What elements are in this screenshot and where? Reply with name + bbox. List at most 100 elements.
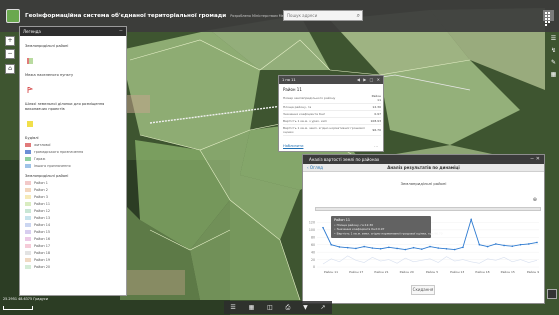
legend-section-label: Земляпридільні районі [25, 44, 69, 48]
layers-icon[interactable]: ☰ [549, 34, 558, 43]
data-point [470, 218, 472, 221]
overview-map-icon[interactable] [547, 289, 557, 299]
legend-district-label: Район 11 [34, 202, 51, 206]
share-icon[interactable]: ↗ [321, 304, 326, 311]
x-tick-label: Район 17 [349, 270, 363, 274]
x-tick-label: Район 13 [450, 270, 464, 274]
tooltip-line: • Вартість 1 кв.м. земл. згідно норматив… [334, 231, 443, 235]
close-icon[interactable]: − [119, 28, 123, 34]
swatch [25, 216, 31, 220]
popup-pager: 1 по 11 [282, 78, 296, 82]
search-box[interactable]: ⌕ [283, 10, 363, 21]
legend-district-item: Район 1 [25, 180, 121, 186]
legend-district-label: Район 16 [34, 237, 51, 241]
legend-district-item: Район 17 [25, 243, 121, 249]
swatch [25, 157, 31, 161]
x-tick-label: Район 5 [426, 270, 438, 274]
legend-district-item: Район 3 [25, 194, 121, 200]
swatch [25, 223, 31, 227]
data-point [503, 244, 505, 247]
scale-bar [3, 306, 33, 310]
data-point [527, 243, 530, 245]
search-icon[interactable]: ⌕ [357, 12, 360, 20]
series-line [322, 255, 538, 265]
swatch [25, 251, 31, 255]
legend-district-label: Район 3 [34, 195, 48, 199]
zoom-to-link[interactable]: Наблизити [283, 144, 303, 148]
x-tick-label: Район 21 [374, 270, 388, 274]
legend-district-label: Район 12 [34, 209, 51, 213]
x-tick-label: Район 9 [527, 270, 539, 274]
district-symbol-icon [27, 58, 33, 64]
print-icon[interactable]: ⎙ [286, 304, 291, 312]
bottom-toolbar: ☰ ▦ ◫ ⎙ ▼ ↗ [224, 301, 332, 314]
legend-district-label: Район 1 [34, 181, 48, 185]
data-point [379, 248, 382, 250]
legend-item: іншого призначення [25, 163, 121, 169]
measure-icon[interactable]: ↯ [549, 46, 558, 55]
legend-district-item: Район 11 [25, 201, 121, 207]
search-input[interactable] [284, 13, 350, 18]
analysis-title: Аналіз результатів по динаміці [387, 165, 460, 170]
swatch [25, 202, 31, 206]
legend-district-item: Район 18 [25, 250, 121, 256]
legend-district-label: Район 15 [34, 230, 51, 234]
zoom-in-button[interactable]: + [5, 36, 15, 46]
data-point [338, 246, 341, 248]
widget-toolbar: ‹ Огляд Аналіз результатів по динаміці [303, 164, 544, 172]
data-point [371, 247, 374, 249]
popup-attributes: Номер земляпридільного району Район 11 Пл… [283, 93, 381, 136]
swatch [25, 230, 31, 234]
widget-header: Аналіз вартості землі по районах − ✕ [303, 155, 544, 164]
grid-icon[interactable]: ▦ [249, 304, 255, 311]
legend-district-label: Район 17 [34, 244, 51, 248]
attribute-row: Площа району, га 12.30 [283, 103, 381, 111]
filter-icon[interactable]: ▼ [303, 304, 308, 311]
y-tick-label: 120 [309, 221, 315, 225]
popup-controls[interactable]: ◀ ▶ □ ✕ [357, 77, 381, 82]
data-point [536, 241, 538, 244]
minimize-icon[interactable]: − ✕ [530, 156, 540, 162]
x-tick-label: Район 20 [400, 270, 414, 274]
tooltip-title: Район 11 [334, 218, 350, 222]
y-tick-label: 100 [309, 228, 315, 232]
attribute-row: Значення коефіцієнта Кн2 0.97 [283, 110, 381, 118]
legend-item: Гараж [25, 156, 121, 162]
legend-district-item: Район 16 [25, 236, 121, 242]
legend-section-label: Будівлі [25, 136, 39, 140]
legend-item: громадського призначення [25, 149, 121, 155]
data-point [404, 248, 407, 251]
app-logo [6, 9, 20, 23]
zoom-icon[interactable]: ⊕ [533, 197, 537, 203]
basemap-icon[interactable]: ▦ [549, 70, 558, 79]
legend-section-label: Межа населеного пункту [25, 73, 74, 77]
data-point [437, 247, 440, 249]
legend-title: Легенда [23, 29, 41, 34]
legend-district-item: Район 20 [25, 264, 121, 270]
home-icon[interactable]: ⌂ [5, 64, 15, 74]
table-icon[interactable]: ◫ [267, 304, 273, 311]
line-chart[interactable]: 0 20 40 60 80 100 120 Район 11 Район 17 Район 21 Р… [303, 211, 545, 281]
legend-section-label: Шляхі земельної ділянки для розміщення в… [25, 102, 105, 111]
legend-panel: Легенда − Земляпридільні районі Межа нас… [19, 26, 127, 296]
attribute-row: Вартість 1 кв.м. земл. згідно нормативно… [283, 124, 381, 136]
data-point [363, 245, 365, 248]
legend-section-label: Земляпридільні районі [25, 174, 69, 178]
boundary-symbol-icon [27, 86, 34, 93]
x-tick-label: Район 15 [501, 270, 515, 274]
y-tick-label: 0 [313, 265, 315, 269]
reset-button[interactable]: Скидання [411, 285, 435, 295]
swatch [25, 244, 31, 248]
data-point [511, 245, 514, 247]
draw-icon[interactable]: ✎ [549, 58, 558, 67]
list-icon[interactable]: ☰ [230, 304, 235, 311]
data-point [420, 248, 423, 250]
apps-grid-icon[interactable] [543, 10, 554, 26]
zoom-out-button[interactable]: − [5, 49, 15, 59]
more-menu-icon[interactable]: ... [374, 143, 378, 148]
attribute-row: Вартість 1 кв.м. з урах. кмп 108.93 [283, 117, 381, 125]
swatch [25, 237, 31, 241]
swatch [25, 150, 31, 154]
legend-district-label: Район 2 [34, 188, 48, 192]
x-tick-label: Район 11 [324, 270, 338, 274]
